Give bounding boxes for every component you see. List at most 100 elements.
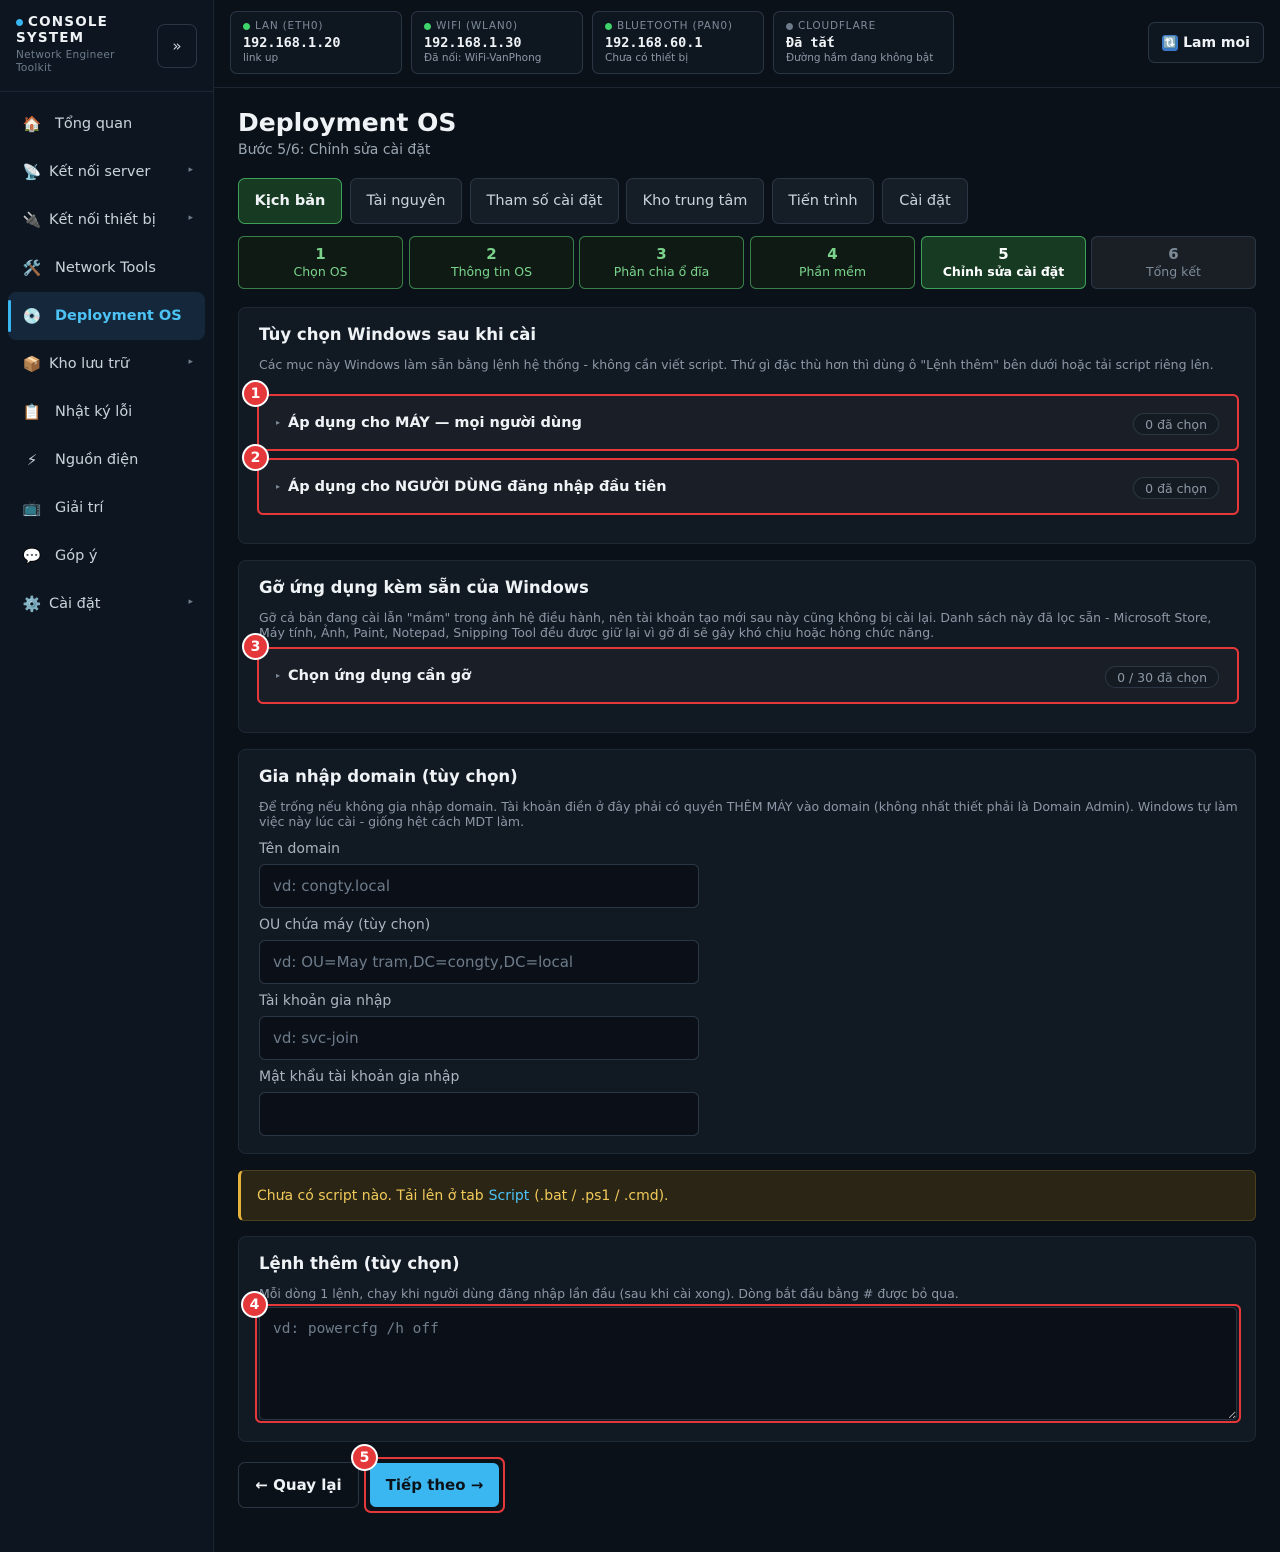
caret-right-icon: ▸ xyxy=(276,671,281,680)
sidebar-item-tong-quan[interactable]: 🏠 Tổng quan xyxy=(8,100,205,148)
step-label: Chọn OS xyxy=(293,264,348,279)
sidebar-item-label: Kết nối thiết bị xyxy=(49,212,156,228)
status-card-lan: LAN (ETH0) 192.168.1.20 link up xyxy=(230,11,402,74)
wizard-step-6: 6 Tổng kết xyxy=(1091,236,1256,289)
home-icon: 🏠 xyxy=(22,115,42,133)
sidebar-item-kho-luu-tru[interactable]: 📦 Kho lưu trữ ▸ xyxy=(8,340,205,388)
satellite-icon: 📡 xyxy=(22,163,42,181)
tab-kho-trung-tam[interactable]: Kho trung tâm xyxy=(626,178,764,224)
sidebar-item-nguon-dien[interactable]: ⚡ Nguồn điện xyxy=(8,436,205,484)
domain-name-label: Tên domain xyxy=(259,841,340,857)
status-card-sub: Chưa có thiết bị xyxy=(605,52,689,64)
refresh-label: Lam moi xyxy=(1183,34,1250,51)
step-label: Thông tin OS xyxy=(450,264,533,279)
extra-commands-card: Lệnh thêm (tùy chọn) Mỗi dòng 1 lệnh, ch… xyxy=(238,1236,1256,1442)
next-button[interactable]: Tiếp theo → xyxy=(370,1463,499,1507)
tab-kich-ban[interactable]: Kịch bản xyxy=(238,178,342,224)
sidebar: CONSOLE SYSTEM Network Engineer Toolkit … xyxy=(0,0,214,1552)
remove-apps-card: Gỡ ứng dụng kèm sẵn của Windows Gỡ cả bả… xyxy=(238,560,1256,733)
card-description: Để trống nếu không gia nhập domain. Tài … xyxy=(259,799,1238,829)
warning-text: Chưa có script nào. Tải lên ở tab xyxy=(257,1187,484,1204)
tab-tham-so-cai-dat[interactable]: Tham số cài đặt xyxy=(470,178,619,224)
annotation-marker-4: 4 xyxy=(241,1291,268,1318)
step-label: Tổng kết xyxy=(1146,264,1201,279)
sidebar-item-cai-dat[interactable]: ⚙️ Cài đặt ▸ xyxy=(8,580,205,628)
brand-dot xyxy=(16,18,23,26)
sidebar-item-nhat-ky-loi[interactable]: 📋 Nhật ký lỗi xyxy=(8,388,205,436)
sidebar-item-label: Giải trí xyxy=(55,500,104,516)
divider xyxy=(214,87,1280,88)
status-card-value: 192.168.1.20 xyxy=(243,35,341,51)
sidebar-item-label: Network Tools xyxy=(55,260,156,276)
sidebar-item-deployment-os[interactable]: 💿 Deployment OS xyxy=(8,292,205,340)
refresh-button[interactable]: 🔃 Lam moi xyxy=(1148,22,1264,63)
wizard-step-3[interactable]: 3 Phân chia ổ đĩa xyxy=(579,236,744,289)
step-number: 5 xyxy=(998,245,1009,263)
caret-right-icon: ▸ xyxy=(188,165,193,175)
sidebar-item-network-tools[interactable]: 🛠️ Network Tools xyxy=(8,244,205,292)
ou-label: OU chứa máy (tùy chọn) xyxy=(259,917,431,933)
sidebar-item-ket-noi-server[interactable]: 📡 Kết nối server ▸ xyxy=(8,148,205,196)
accordion-label: Chọn ứng dụng cần gỡ xyxy=(288,667,471,684)
selected-count-badge: 0 đã chọn xyxy=(1133,477,1219,499)
sidebar-item-label: Cài đặt xyxy=(49,596,101,612)
status-card-sub: Đường hầm đang không bật xyxy=(786,52,934,64)
script-tab-link[interactable]: Script xyxy=(489,1188,530,1204)
step-number: 1 xyxy=(315,245,326,263)
sidebar-item-label: Nhật ký lỗi xyxy=(55,404,133,420)
status-card-sub: link up xyxy=(243,52,279,64)
collapse-sidebar-button[interactable]: » xyxy=(157,24,197,68)
status-dot xyxy=(243,22,250,30)
step-label: Phân chia ổ đĩa xyxy=(613,264,710,279)
wizard-step-1[interactable]: 1 Chọn OS xyxy=(238,236,403,289)
tab-cai-dat[interactable]: Cài đặt xyxy=(882,178,968,224)
double-chevron-right-icon: » xyxy=(172,37,182,55)
machine-options-accordion[interactable]: ▸ Áp dụng cho MÁY — mọi người dùng 0 đã … xyxy=(257,394,1239,451)
selected-count-badge: 0 / 30 đã chọn xyxy=(1105,666,1219,688)
status-card-label: BLUETOOTH (PAN0) xyxy=(617,20,733,32)
join-account-label: Tài khoản gia nhập xyxy=(259,993,392,1009)
status-dot xyxy=(786,22,793,30)
disc-icon: 💿 xyxy=(22,307,42,325)
tab-tai-nguyen[interactable]: Tài nguyên xyxy=(350,178,462,224)
status-dot xyxy=(424,22,431,30)
status-card-value: 192.168.1.30 xyxy=(424,35,522,51)
sidebar-item-gop-y[interactable]: 💬 Góp ý xyxy=(8,532,205,580)
wizard-step-2[interactable]: 2 Thông tin OS xyxy=(409,236,574,289)
status-card-cloudflare: CLOUDFLARE Đã tắt Đường hầm đang không b… xyxy=(773,11,954,74)
sidebar-item-giai-tri[interactable]: 📺 Giải trí xyxy=(8,484,205,532)
tab-tien-trinh[interactable]: Tiến trình xyxy=(772,178,874,224)
gear-icon: ⚙️ xyxy=(22,595,42,613)
card-title: Gỡ ứng dụng kèm sẵn của Windows xyxy=(259,578,589,597)
status-card-label: CLOUDFLARE xyxy=(798,20,877,32)
status-card-label: LAN (ETH0) xyxy=(255,20,324,32)
step-label: Chỉnh sửa cài đặt xyxy=(942,264,1065,279)
plug-icon: 🔌 xyxy=(22,211,42,229)
sidebar-item-label: Tổng quan xyxy=(55,116,133,132)
card-description: Mỗi dòng 1 lệnh, chạy khi người dùng đăn… xyxy=(259,1286,959,1301)
sidebar-item-label: Deployment OS xyxy=(55,308,182,324)
card-title: Tùy chọn Windows sau khi cài xyxy=(259,325,536,344)
sidebar-item-label: Góp ý xyxy=(55,548,98,564)
wizard-step-4[interactable]: 4 Phần mềm xyxy=(750,236,915,289)
extra-commands-textarea[interactable] xyxy=(259,1307,1237,1420)
card-description: Gỡ cả bản đang cài lẫn "mầm" trong ảnh h… xyxy=(259,610,1212,640)
sidebar-item-ket-noi-thiet-bi[interactable]: 🔌 Kết nối thiết bị ▸ xyxy=(8,196,205,244)
sidebar-item-label: Nguồn điện xyxy=(55,452,139,468)
join-password-input[interactable] xyxy=(259,1092,699,1136)
join-account-input[interactable] xyxy=(259,1016,699,1060)
brand: CONSOLE SYSTEM Network Engineer Toolkit xyxy=(16,14,146,74)
status-card-wifi: WIFI (WLAN0) 192.168.1.30 Đã nối: WiFi-V… xyxy=(411,11,583,74)
join-password-label: Mật khẩu tài khoản gia nhập xyxy=(259,1069,460,1085)
ou-input[interactable] xyxy=(259,940,699,984)
wizard-step-5[interactable]: 5 Chỉnh sửa cài đặt xyxy=(921,236,1086,289)
user-options-accordion[interactable]: ▸ Áp dụng cho NGƯỜI DÙNG đăng nhập đầu t… xyxy=(257,458,1239,515)
back-button[interactable]: ← Quay lại xyxy=(238,1462,359,1508)
status-card-label: WIFI (WLAN0) xyxy=(436,20,518,32)
tools-icon: 🛠️ xyxy=(22,259,42,277)
select-apps-accordion[interactable]: ▸ Chọn ứng dụng cần gỡ 0 / 30 đã chọn xyxy=(257,647,1239,704)
domain-name-input[interactable] xyxy=(259,864,699,908)
accordion-label: Áp dụng cho MÁY — mọi người dùng xyxy=(288,414,582,431)
status-dot xyxy=(605,22,612,30)
accordion-label: Áp dụng cho NGƯỜI DÙNG đăng nhập đầu tiê… xyxy=(288,478,667,495)
